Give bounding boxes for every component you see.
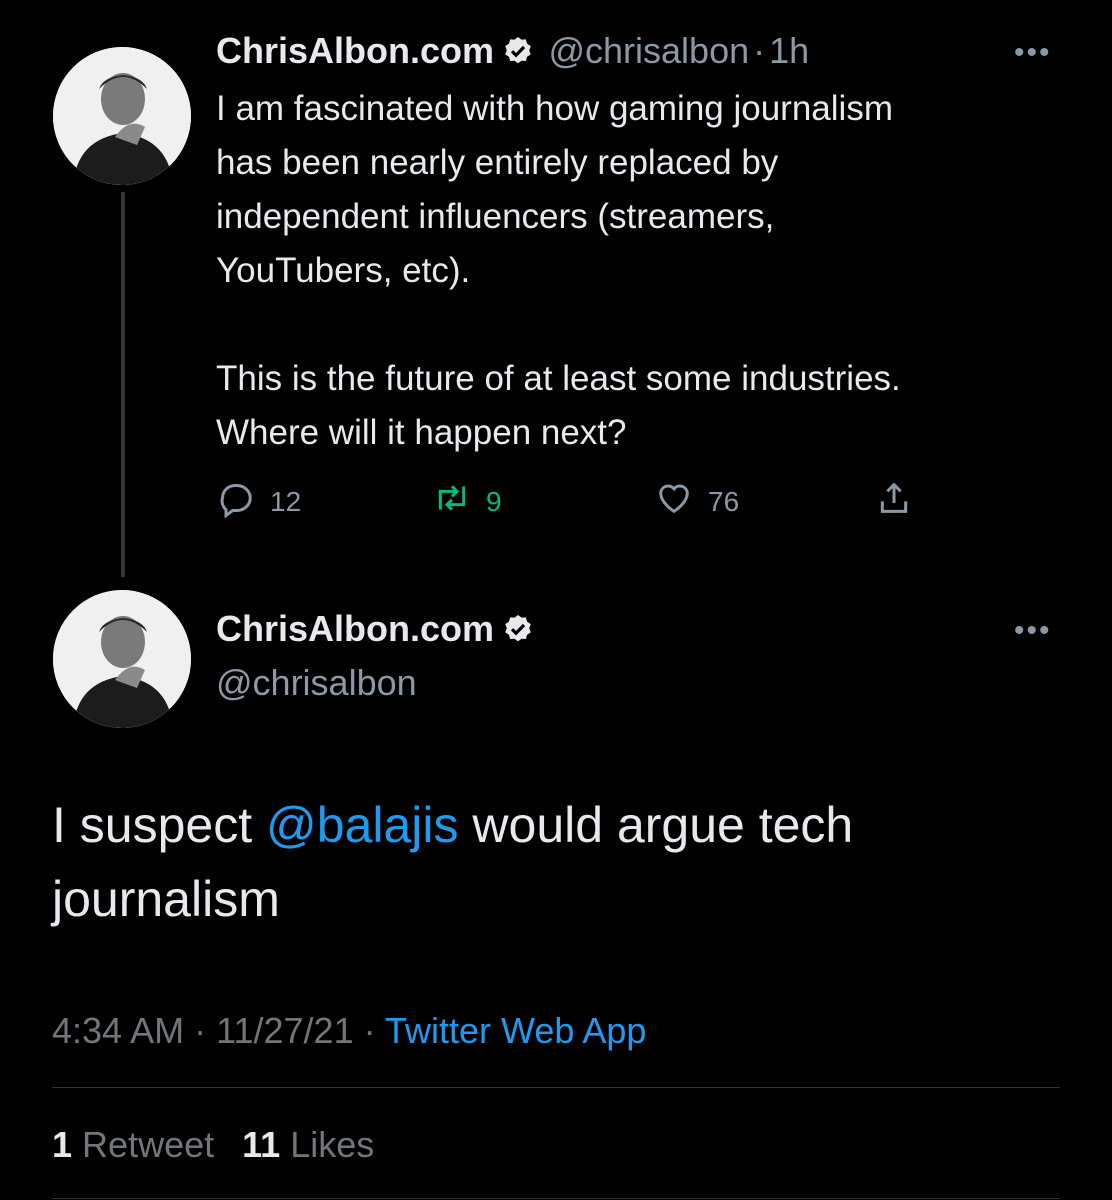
like-count: 76 [708,485,740,517]
handle[interactable]: @chrisalbon [216,662,417,704]
reply-count: 12 [270,485,302,517]
reply-button[interactable]: 12 [216,478,301,525]
tweet-text-part: I suspect [52,797,266,853]
main-tweet-header: ChrisAlbon.com [216,608,534,650]
retweet-count: 9 [486,485,502,517]
share-icon [874,478,914,525]
like-icon [654,478,694,525]
timestamp[interactable]: 4:34 AM [52,1010,184,1051]
separator: · [194,1010,207,1051]
client-link[interactable]: Twitter Web App [385,1010,646,1051]
more-icon[interactable]: ••• [1014,36,1052,70]
likes-stat[interactable]: 11 Likes [242,1124,374,1165]
retweet-icon [432,478,472,525]
tweet-time[interactable]: 1h [769,30,809,71]
avatar[interactable] [53,47,191,185]
share-button[interactable] [874,478,914,525]
thread-line [121,192,125,577]
retweet-label: Retweet [82,1124,215,1165]
engagement-stats: 1 Retweet 11 Likes [52,1124,374,1166]
reply-icon [216,478,256,525]
like-button[interactable]: 76 [654,478,739,525]
date[interactable]: 11/27/21 [216,1010,353,1051]
like-label: Likes [290,1124,375,1165]
main-tweet-text: I suspect @balajis would argue tech jour… [52,788,1052,936]
separator: · [363,1010,376,1051]
separator: · [753,30,766,71]
verified-badge-icon [502,35,534,67]
tweet-text: I am fascinated with how gaming journali… [216,89,901,452]
display-name[interactable]: ChrisAlbon.com [216,608,494,649]
retweet-total: 1 [52,1124,73,1165]
avatar[interactable] [53,590,191,728]
verified-badge-icon [502,613,534,645]
handle[interactable]: @chrisalbon [548,30,749,71]
divider [52,1087,1060,1088]
divider [52,1198,1060,1199]
display-name[interactable]: ChrisAlbon.com [216,30,494,71]
retweets-stat[interactable]: 1 Retweet [52,1124,214,1165]
retweet-button[interactable]: 9 [432,478,502,525]
parent-tweet-header: ChrisAlbon.com @chrisalbon · 1h [216,30,809,72]
mention-link[interactable]: @balajis [266,797,459,853]
more-icon[interactable]: ••• [1014,614,1052,648]
tweet-meta: 4:34 AM · 11/27/21 · Twitter Web App [52,1010,646,1052]
like-total: 11 [242,1124,281,1165]
